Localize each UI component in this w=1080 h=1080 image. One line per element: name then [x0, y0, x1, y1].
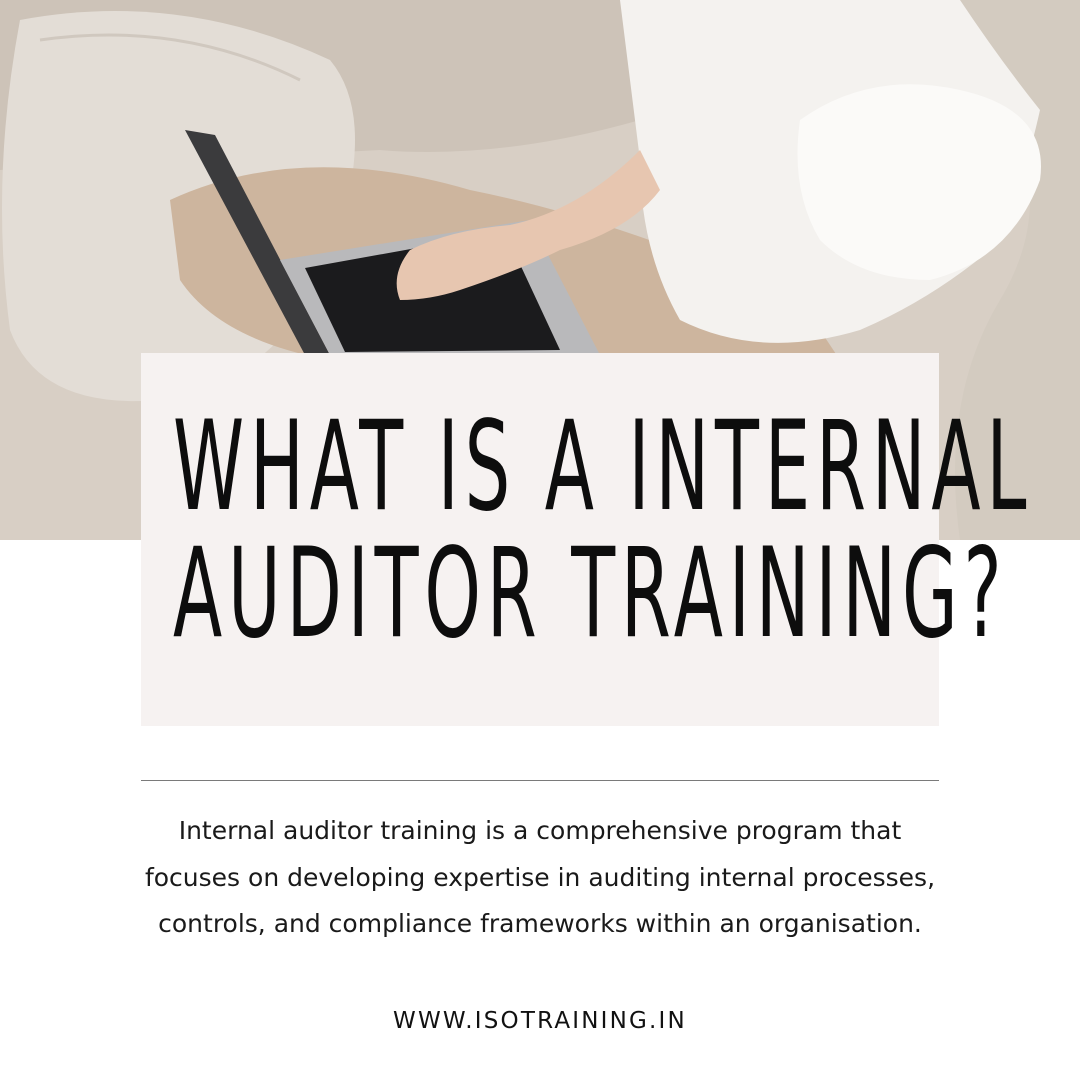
website-url: WWW.ISOTRAINING.IN — [393, 1008, 687, 1034]
description-text: Internal auditor training is a comprehen… — [144, 816, 936, 938]
title-line-2: AUDITOR TRAINING? — [173, 522, 1008, 666]
title-line-1: WHAT IS A INTERNAL — [173, 395, 1033, 539]
divider — [141, 780, 939, 781]
title-card: WHAT IS A INTERNAL AUDITOR TRAINING? — [141, 353, 1033, 726]
